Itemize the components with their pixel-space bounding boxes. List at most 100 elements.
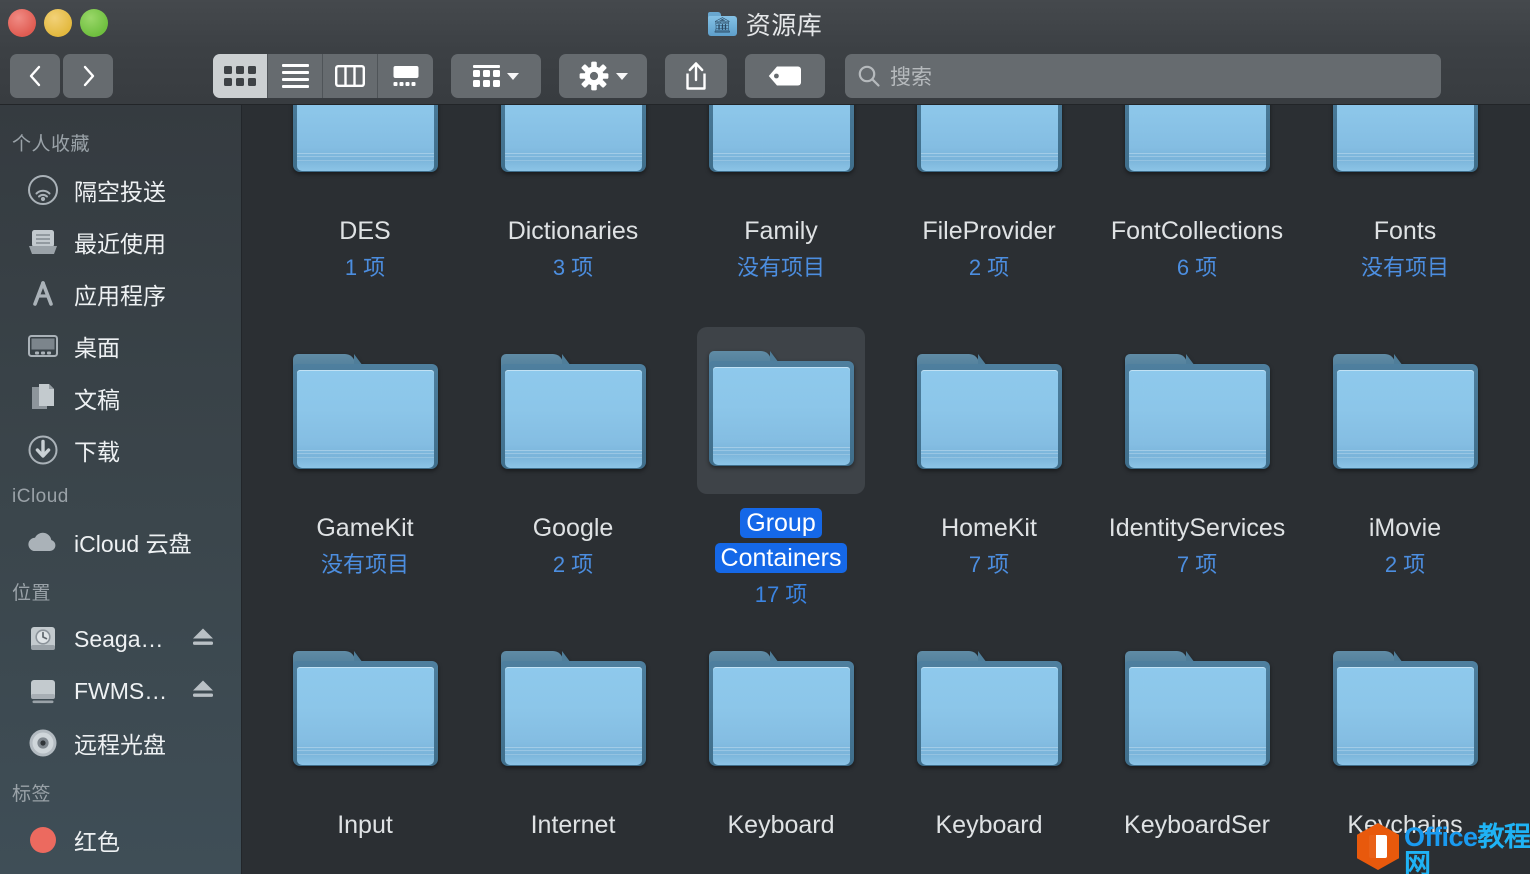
folder-name: Input [337, 811, 393, 839]
folder-item[interactable]: Keychains [1301, 608, 1509, 874]
tag-button[interactable] [745, 54, 825, 98]
sidebar-item-recents[interactable]: 最近使用 [0, 216, 241, 268]
grid-icon [224, 66, 256, 86]
folder-name: Keychains [1347, 811, 1463, 839]
folder-labels: Dictionaries 3 项 [473, 214, 673, 281]
forward-button[interactable] [63, 54, 113, 98]
folder-item[interactable]: Fonts 没有项目 [1301, 105, 1509, 311]
column-view-button[interactable] [323, 54, 378, 98]
action-gear-button[interactable] [559, 54, 647, 98]
folder-icon [500, 105, 646, 175]
folder-name: FileProvider [922, 217, 1056, 245]
downloads-icon [26, 433, 60, 467]
eject-icon[interactable] [191, 678, 215, 705]
folder-name: Google [532, 514, 614, 542]
icloud-icon [26, 525, 60, 559]
sidebar-item-label: FWMS… [74, 677, 168, 704]
desktop-icon [26, 329, 60, 363]
sidebar-item-fwms-disk[interactable]: FWMS… [0, 665, 241, 717]
folder-name: Keyboard [935, 811, 1043, 839]
sidebar-item-label: 远程光盘 [74, 732, 166, 758]
folder-item[interactable]: FontCollections 6 项 [1093, 105, 1301, 311]
icon-view-button[interactable] [213, 54, 268, 98]
folder-item[interactable]: IdentityServices 7 项 [1093, 311, 1301, 608]
folder-thumbnail [1321, 327, 1489, 499]
sidebar-item-downloads[interactable]: 下载 [0, 424, 241, 476]
folder-icon [292, 105, 438, 175]
finder-sidebar[interactable]: 个人收藏 隔空投送 最近使用 应用程序 桌面 文稿 下载 iCloud iClo… [0, 105, 242, 874]
share-button[interactable] [665, 54, 727, 98]
folder-item-count: 2 项 [968, 254, 1010, 280]
folder-item-count: 6 项 [1176, 254, 1218, 280]
sidebar-item-seagate-disk[interactable]: Seaga… [0, 613, 241, 665]
view-mode-segmented-control [213, 54, 433, 98]
folder-labels: Input [265, 808, 465, 849]
folder-labels: Family 没有项目 [681, 214, 881, 281]
close-button[interactable] [8, 9, 36, 37]
sidebar-item-label: 下载 [74, 439, 120, 465]
folder-item[interactable]: HomeKit 7 项 [885, 311, 1093, 608]
folder-item[interactable]: FileProvider 2 项 [885, 105, 1093, 311]
folder-item-count: 没有项目 [320, 551, 409, 577]
folder-thumbnail [1321, 105, 1489, 202]
folder-thumbnail [489, 327, 657, 499]
chevron-down-icon [615, 72, 628, 80]
folder-thumbnail [1113, 624, 1281, 796]
folder-labels: Keyboard [681, 808, 881, 849]
sidebar-item-airdrop[interactable]: 隔空投送 [0, 164, 241, 216]
folder-item[interactable]: Input [261, 608, 469, 874]
traffic-lights [8, 9, 108, 37]
folder-name: Group Containers [714, 507, 848, 574]
gear-icon [579, 61, 608, 91]
recents-icon [26, 225, 60, 259]
folder-item[interactable]: Keyboard [677, 608, 885, 874]
folder-name: Internet [530, 811, 616, 839]
sidebar-item-icloud-drive[interactable]: iCloud 云盘 [0, 516, 241, 568]
sidebar-item-label: iCloud 云盘 [74, 531, 192, 557]
folder-item[interactable]: KeyboardSer [1093, 608, 1301, 874]
sidebar-item-label: 隔空投送 [74, 179, 166, 205]
documents-icon [26, 381, 60, 415]
chevron-left-icon [29, 65, 40, 87]
arrange-by-button[interactable] [451, 54, 541, 98]
folder-labels: Keychains [1305, 808, 1505, 849]
gallery-view-button[interactable] [378, 54, 433, 98]
folder-item-count: 7 项 [1176, 551, 1218, 577]
folder-item[interactable]: Family 没有项目 [677, 105, 885, 311]
folder-item-selected[interactable]: Group Containers 17 项 [677, 311, 885, 608]
search-field[interactable]: 搜索 [845, 54, 1441, 98]
timemachine-disk-icon [26, 622, 60, 656]
folder-labels: iMovie 2 项 [1305, 511, 1505, 578]
list-view-button[interactable] [268, 54, 323, 98]
folder-item[interactable]: Dictionaries 3 项 [469, 105, 677, 311]
airdrop-icon [26, 173, 60, 207]
sidebar-item-documents[interactable]: 文稿 [0, 372, 241, 424]
sidebar-item-label: 应用程序 [74, 283, 166, 309]
sidebar-section-header-locations: 位置 [12, 583, 52, 604]
search-placeholder: 搜索 [890, 66, 932, 89]
eject-icon[interactable] [191, 626, 215, 653]
minimize-button[interactable] [44, 9, 72, 37]
sidebar-item-applications[interactable]: 应用程序 [0, 268, 241, 320]
folder-item[interactable]: Google 2 项 [469, 311, 677, 608]
sidebar-item-tag-red[interactable]: 红色 [0, 814, 241, 866]
folder-thumbnail [1113, 105, 1281, 202]
window-title-text: 资源库 [745, 11, 823, 40]
sidebar-item-remote-disc[interactable]: 远程光盘 [0, 717, 241, 769]
folder-item[interactable]: iMovie 2 项 [1301, 311, 1509, 608]
gallery-icon [393, 66, 418, 86]
folder-item-count: 2 项 [1384, 551, 1426, 577]
back-button[interactable] [10, 54, 60, 98]
file-grid-container[interactable]: DES 1 项 Dictionaries 3 项 Family 没有项目 Fil… [243, 105, 1530, 874]
sidebar-section-header-icloud: iCloud [12, 486, 69, 507]
maximize-button[interactable] [80, 9, 108, 37]
library-folder-icon: 🏛 [707, 11, 737, 36]
folder-item[interactable]: GameKit 没有项目 [261, 311, 469, 608]
folder-name: iMovie [1368, 514, 1442, 542]
folder-item[interactable]: Keyboard [885, 608, 1093, 874]
folder-icon [916, 354, 1062, 472]
folder-item[interactable]: Internet [469, 608, 677, 874]
sidebar-item-desktop[interactable]: 桌面 [0, 320, 241, 372]
folder-item[interactable]: DES 1 项 [261, 105, 469, 311]
applications-icon [26, 277, 60, 311]
